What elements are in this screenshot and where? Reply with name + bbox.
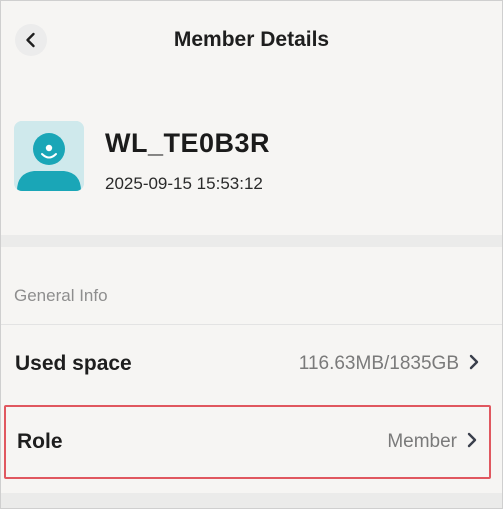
user-avatar-icon [14,121,84,191]
section-divider [1,235,502,247]
section-separator [1,324,502,325]
page-title: Member Details [173,28,330,51]
header-bar: Member Details [1,1,502,83]
role-row[interactable]: Role Member [4,405,491,479]
used-space-row[interactable]: Used space 116.63MB/1835GB [4,329,491,399]
chevron-right-icon [469,354,479,375]
join-date: 2025-09-15 15:53:12 [105,174,263,193]
used-space-label: Used space [15,352,132,375]
role-value: Member [387,431,457,452]
member-details-screen: Member Details WL_TE0B3R 2025-09-15 15:5… [0,0,503,509]
used-space-value-group: 116.63MB/1835GB [299,353,479,375]
used-space-value: 116.63MB/1835GB [298,353,459,374]
chevron-right-icon [467,432,477,453]
role-value-group: Member [387,431,477,453]
general-info-label: General Info [14,286,108,305]
role-label: Role [17,430,63,453]
profile-section: WL_TE0B3R 2025-09-15 15:53:12 [1,101,502,231]
bottom-divider [1,493,502,508]
user-name: WL_TE0B3R [105,128,271,158]
